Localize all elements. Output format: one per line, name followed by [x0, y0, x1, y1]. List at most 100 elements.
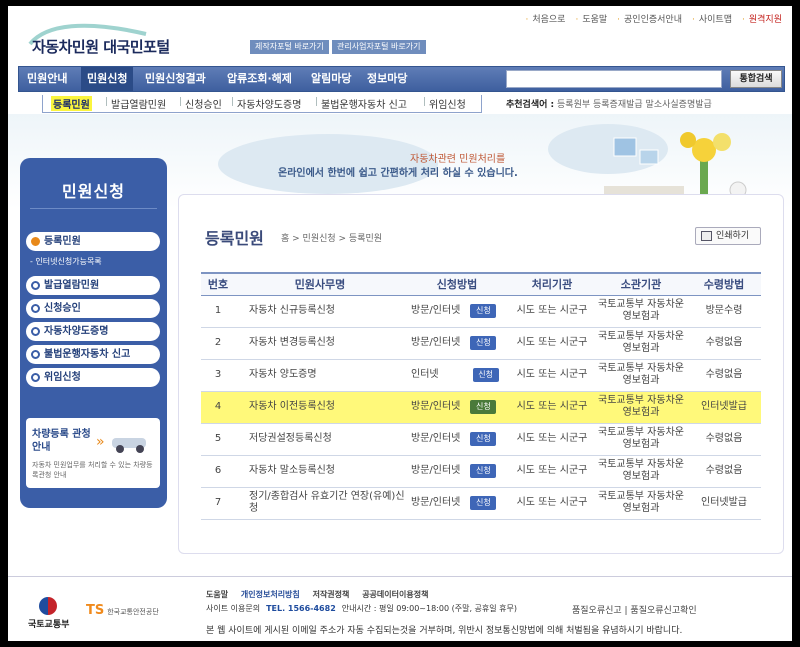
row-name: 자동차 양도증명	[235, 359, 405, 392]
nav-info[interactable]: 정보마당	[367, 67, 407, 91]
sidebar-item-approval[interactable]: 신청승인	[26, 299, 160, 318]
util-cert-link[interactable]: 공인인증서안내	[617, 12, 682, 25]
ts-logo: TS 한국교통안전공단	[86, 603, 159, 618]
apply-button[interactable]: 신청	[470, 400, 497, 414]
col-header-name: 민원사무명	[235, 272, 405, 296]
maker-portal-link[interactable]: 제작자포털 바로가기	[250, 40, 329, 54]
nav-seizure[interactable]: 압류조회·해제	[227, 67, 292, 91]
row-owner: 국토교통부 자동차운영보험과	[595, 359, 687, 392]
nav-apply[interactable]: 민원신청	[81, 67, 134, 91]
row-method: 방문/인터넷 신청	[405, 391, 509, 424]
apply-button[interactable]: 신청	[470, 464, 497, 478]
subnav-transfer[interactable]: 자동차양도증명	[237, 96, 301, 111]
recommended-terms[interactable]: 등록원부 등록증재발급 말소사실증명발급	[557, 100, 712, 110]
apply-button[interactable]: 신청	[470, 304, 497, 318]
subnav-report[interactable]: 불법운행자동차 신고	[321, 96, 407, 111]
main-content: 등록민원 홈 > 민원신청 > 등록민원 인쇄하기 번호 민원사무명 신청방법 …	[178, 194, 784, 554]
row-name: 저당권설정등록신청	[235, 423, 405, 456]
nav-guide[interactable]: 민원안내	[27, 67, 67, 91]
row-org: 시도 또는 시군구	[509, 295, 595, 328]
row-name: 자동차 신규등록신청	[235, 295, 405, 328]
method-text: 방문/인터넷	[411, 433, 461, 444]
sidebar-item-registration[interactable]: 등록민원	[26, 232, 160, 251]
print-button[interactable]: 인쇄하기	[695, 227, 761, 245]
search-button[interactable]: 통합검색	[730, 70, 782, 88]
footer-notice: 본 웹 사이트에 게시된 이메일 주소가 자동 수집되는것을 거부하며, 위반시…	[206, 626, 683, 636]
apply-button[interactable]: 신청	[470, 336, 497, 350]
nav-notice[interactable]: 알림마당	[311, 67, 351, 91]
row-method: 방문/인터넷 신청	[405, 295, 509, 328]
divider: |	[423, 97, 427, 107]
table-row-highlighted: 4 자동차 이전등록신청 방문/인터넷 신청 시도 또는 시군구 국토교통부 자동…	[201, 391, 761, 424]
sidebar-item-transfer[interactable]: 자동차양도증명	[26, 322, 160, 341]
table-row: 6 자동차 말소등록신청 방문/인터넷 신청 시도 또는 시군구 국토교통부 자동…	[201, 455, 761, 488]
ts-logo-name: 한국교통안전공단	[107, 608, 159, 616]
row-name: 자동차 변경등록신청	[235, 327, 405, 360]
method-text: 방문/인터넷	[411, 337, 461, 348]
business-portal-link[interactable]: 관리사업자포털 바로가기	[332, 40, 426, 54]
footer-opendata-link[interactable]: 공공데이터이용정책	[362, 590, 428, 599]
row-owner: 국토교통부 자동차운영보험과	[595, 295, 687, 328]
util-home-link[interactable]: 처음으로	[525, 12, 565, 25]
utility-links: 처음으로 도움말 공인인증서안내 사이트맵 원격지원	[525, 12, 782, 25]
row-method: 인터넷 신청	[405, 359, 509, 392]
method-text: 인터넷	[411, 369, 439, 380]
row-no: 2	[201, 327, 235, 360]
subnav-delegate[interactable]: 위임신청	[429, 96, 466, 111]
svg-text:»: »	[96, 434, 105, 450]
util-help-link[interactable]: 도움말	[575, 12, 607, 25]
row-org: 시도 또는 시군구	[509, 487, 595, 520]
row-receive: 수령없음	[687, 359, 761, 392]
row-name: 자동차 이전등록신청	[235, 391, 405, 424]
divider: |	[179, 97, 183, 107]
sidebar-item-label: 위임신청	[44, 372, 81, 383]
sidebar-item-delegate[interactable]: 위임신청	[26, 368, 160, 387]
footer-help-link[interactable]: 도움말	[206, 590, 228, 599]
row-org: 시도 또는 시군구	[509, 391, 595, 424]
footer-copyright-link[interactable]: 저작권정책	[313, 590, 350, 599]
row-no: 7	[201, 487, 235, 520]
row-method: 방문/인터넷 신청	[405, 423, 509, 456]
row-receive: 방문수령	[687, 295, 761, 328]
bullet-icon	[31, 304, 40, 313]
sidebar-item-report[interactable]: 불법운행자동차 신고	[26, 345, 160, 364]
row-no: 3	[201, 359, 235, 392]
subnav-issue[interactable]: 발급열람민원	[111, 96, 166, 111]
table-row: 3 자동차 양도증명 인터넷 신청 시도 또는 시군구 국토교통부 자동차운영보험…	[201, 359, 761, 392]
logo-text: 자동차민원 대국민포털	[32, 38, 170, 56]
apply-button[interactable]: 신청	[470, 496, 497, 510]
guide-description: 자동차 민원업무를 처리할 수 있는 차량등록관청 안내	[32, 461, 153, 479]
bullet-icon	[31, 350, 40, 359]
subnav-approval[interactable]: 신청승인	[185, 96, 222, 111]
bullet-icon	[31, 327, 40, 336]
sidebar-item-label: 발급열람민원	[44, 280, 100, 291]
util-remote-link[interactable]: 원격지원	[742, 12, 782, 25]
apply-button[interactable]: 신청	[472, 368, 499, 382]
row-receive: 인터넷발급	[687, 487, 761, 520]
row-name: 자동차 말소등록신청	[235, 455, 405, 488]
registration-office-guide[interactable]: 차량등록 관청 안내 » 자동차 민원업무를 처리할 수 있는 차량등록관청 안…	[26, 418, 160, 488]
sidebar-item-label: 자동차양도증명	[44, 326, 109, 337]
sidebar-item-issue[interactable]: 발급열람민원	[26, 276, 160, 295]
method-text: 방문/인터넷	[411, 465, 461, 476]
row-org: 시도 또는 시군구	[509, 455, 595, 488]
row-receive: 수령없음	[687, 455, 761, 488]
sidebar-subitem-online[interactable]: - 인터넷신청가능목록	[30, 256, 102, 267]
site-logo[interactable]: 자동차민원 대국민포털	[26, 18, 196, 58]
subnav-registration[interactable]: 등록민원	[51, 96, 92, 111]
footer: 국토교통부 TS 한국교통안전공단 도움말 개인정보처리방침 저작권정책 공공데이…	[8, 576, 792, 641]
row-owner: 국토교통부 자동차운영보험과	[595, 423, 687, 456]
page-frame: 자동차민원 대국민포털 제작자포털 바로가기 관리사업자포털 바로가기 처음으로…	[8, 6, 792, 641]
nav-result[interactable]: 민원신청결과	[145, 67, 206, 91]
table-row: 1 자동차 신규등록신청 방문/인터넷 신청 시도 또는 시군구 국토교통부 자동…	[201, 295, 761, 328]
method-text: 방문/인터넷	[411, 497, 461, 508]
search-input[interactable]	[506, 70, 722, 88]
util-sitemap-link[interactable]: 사이트맵	[692, 12, 732, 25]
sidebar-item-label: 신청승인	[44, 303, 81, 314]
quality-report-links[interactable]: 품질오류신고 | 품질오류신고확인	[572, 603, 697, 616]
apply-button[interactable]: 신청	[470, 432, 497, 446]
breadcrumb: 홈 > 민원신청 > 등록민원	[281, 234, 383, 244]
footer-privacy-link[interactable]: 개인정보처리방침	[241, 590, 300, 599]
recommended-search: 추천검색어 : 등록원부 등록증재발급 말소사실증명발급	[506, 97, 712, 110]
sidebar: 민원신청 등록민원 - 인터넷신청가능목록 발급열람민원 신청승인 자동차양도증…	[20, 158, 167, 508]
